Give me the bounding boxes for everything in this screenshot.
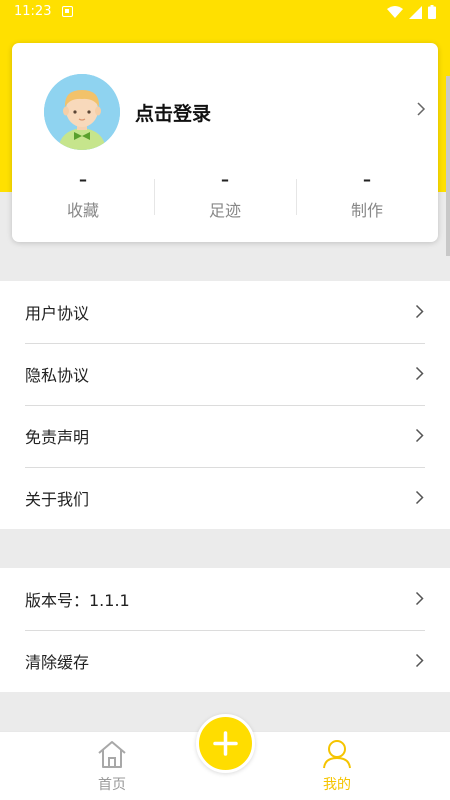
stat-value: – <box>79 170 87 189</box>
signal-icon <box>409 5 422 19</box>
stat-divider <box>154 179 155 215</box>
status-time: 11:23 <box>14 4 52 19</box>
plus-icon <box>213 731 238 756</box>
stat-favorites[interactable]: – 收藏 <box>12 171 154 221</box>
menu-item-user-agreement[interactable]: 用户协议 <box>0 281 450 343</box>
stat-value: – <box>363 170 371 189</box>
chevron-right-icon <box>415 304 424 319</box>
menu-item-label: 用户协议 <box>25 304 90 323</box>
menu-group-app: 版本号：1.1.1 清除缓存 <box>0 568 450 692</box>
notification-icon <box>62 6 73 17</box>
status-icons <box>387 5 436 19</box>
chevron-right-icon <box>415 428 424 443</box>
stat-label: 制作 <box>350 201 383 220</box>
tab-home[interactable]: 首页 <box>67 732 157 800</box>
status-bar: 11:23 <box>0 0 450 24</box>
menu-group-legal: 用户协议 隐私协议 免责声明 关于我们 <box>0 281 450 529</box>
menu-item-label: 隐私协议 <box>25 366 90 385</box>
chevron-right-icon <box>415 366 424 381</box>
avatar-boy-icon[interactable] <box>44 74 120 150</box>
tab-label: 首页 <box>98 777 126 793</box>
menu-item-about-us[interactable]: 关于我们 <box>0 467 450 529</box>
stat-history[interactable]: – 足迹 <box>154 171 296 221</box>
home-icon <box>98 741 126 768</box>
stat-label: 收藏 <box>66 201 99 220</box>
menu-item-label: 版本号：1.1.1 <box>25 591 130 610</box>
stat-label: 足迹 <box>208 201 241 220</box>
menu-item-clear-cache[interactable]: 清除缓存 <box>0 630 450 692</box>
stat-creations[interactable]: – 制作 <box>296 171 438 221</box>
add-button[interactable] <box>196 714 255 773</box>
menu-item-label: 关于我们 <box>25 490 90 509</box>
menu-item-disclaimer[interactable]: 免责声明 <box>0 405 450 467</box>
menu-item-version[interactable]: 版本号：1.1.1 <box>0 568 450 630</box>
scrollbar[interactable] <box>446 76 450 256</box>
user-icon <box>323 740 351 769</box>
chevron-right-icon[interactable] <box>416 101 426 117</box>
login-prompt[interactable]: 点击登录 <box>135 99 211 126</box>
menu-item-privacy-policy[interactable]: 隐私协议 <box>0 343 450 405</box>
stat-value: – <box>221 170 229 189</box>
stats-row: – 收藏 – 足迹 – 制作 <box>12 171 438 221</box>
tab-label: 我的 <box>323 777 351 793</box>
stat-divider <box>296 179 297 215</box>
wifi-icon <box>387 5 403 18</box>
battery-icon <box>428 5 436 19</box>
menu-item-label: 免责声明 <box>25 428 90 447</box>
chevron-right-icon <box>415 490 424 505</box>
profile-card: 点击登录 – 收藏 – 足迹 – 制作 <box>12 43 438 242</box>
chevron-right-icon <box>415 591 424 606</box>
menu-item-label: 清除缓存 <box>25 653 90 672</box>
tab-mine[interactable]: 我的 <box>292 732 382 800</box>
chevron-right-icon <box>415 653 424 668</box>
